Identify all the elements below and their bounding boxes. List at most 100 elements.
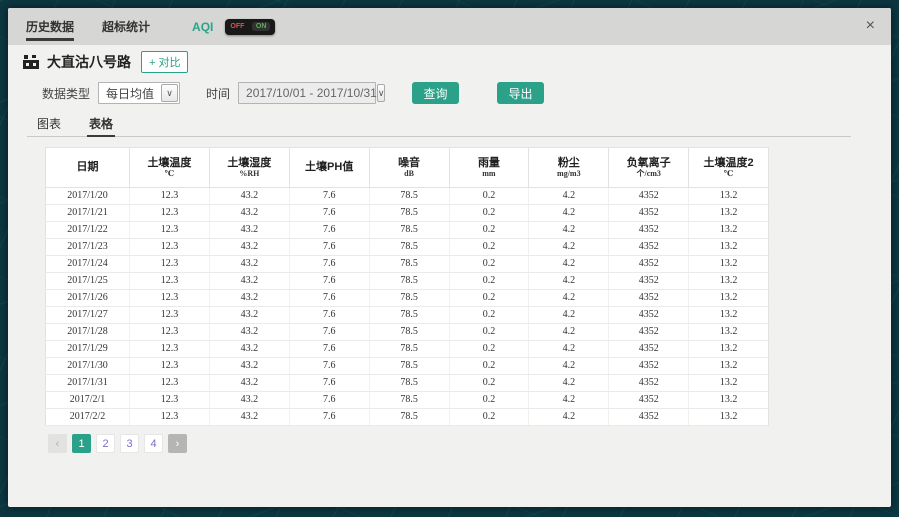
station-row: 大直沽八号路 + 对比 bbox=[22, 51, 891, 73]
table-cell: 7.6 bbox=[289, 290, 369, 307]
export-button[interactable]: 导出 bbox=[497, 82, 544, 104]
table-row: 2017/1/2912.343.27.678.50.24.2435213.2 bbox=[46, 341, 769, 358]
table-cell: 12.3 bbox=[130, 307, 210, 324]
table-cell: 2017/1/31 bbox=[46, 375, 130, 392]
table-cell: 4.2 bbox=[529, 239, 609, 256]
tab-table[interactable]: 表格 bbox=[87, 115, 115, 136]
table-cell: 4.2 bbox=[529, 324, 609, 341]
aqi-toggle[interactable]: OFF ON bbox=[225, 19, 275, 35]
station-name: 大直沽八号路 bbox=[47, 52, 131, 72]
column-header: 粉尘mg/m3 bbox=[529, 148, 609, 188]
column-header: 日期 bbox=[46, 148, 130, 188]
table-cell: 4352 bbox=[609, 290, 689, 307]
table-cell: 4352 bbox=[609, 341, 689, 358]
table-cell: 0.2 bbox=[449, 273, 529, 290]
column-header: 负氧离子个/cm3 bbox=[609, 148, 689, 188]
table-cell: 2017/1/22 bbox=[46, 222, 130, 239]
toggle-off-label: OFF bbox=[230, 23, 244, 30]
pagination-page-4[interactable]: 4 bbox=[144, 434, 163, 453]
table-cell: 78.5 bbox=[369, 239, 449, 256]
table-cell: 4352 bbox=[609, 188, 689, 205]
table-cell: 2017/1/30 bbox=[46, 358, 130, 375]
table-cell: 2017/1/29 bbox=[46, 341, 130, 358]
table-row: 2017/1/2712.343.27.678.50.24.2435213.2 bbox=[46, 307, 769, 324]
column-header: 噪音dB bbox=[369, 148, 449, 188]
table-cell: 12.3 bbox=[130, 273, 210, 290]
table-cell: 12.3 bbox=[130, 256, 210, 273]
table-row: 2017/1/3012.343.27.678.50.24.2435213.2 bbox=[46, 358, 769, 375]
table-row: 2017/1/2612.343.27.678.50.24.2435213.2 bbox=[46, 290, 769, 307]
tab-history-data-label: 历史数据 bbox=[26, 18, 74, 35]
table-cell: 78.5 bbox=[369, 256, 449, 273]
table-cell: 78.5 bbox=[369, 222, 449, 239]
table-cell: 12.3 bbox=[130, 358, 210, 375]
table-cell: 13.2 bbox=[689, 358, 769, 375]
table-cell: 43.2 bbox=[209, 358, 289, 375]
table-cell: 43.2 bbox=[209, 324, 289, 341]
table-cell: 4352 bbox=[609, 358, 689, 375]
table-cell: 4.2 bbox=[529, 222, 609, 239]
table-cell: 4.2 bbox=[529, 188, 609, 205]
table-cell: 2017/1/26 bbox=[46, 290, 130, 307]
chevron-down-icon: ∨ bbox=[377, 84, 386, 102]
table-cell: 4352 bbox=[609, 324, 689, 341]
table-cell: 2017/1/25 bbox=[46, 273, 130, 290]
table-cell: 0.2 bbox=[449, 239, 529, 256]
table-cell: 4352 bbox=[609, 239, 689, 256]
table-cell: 4352 bbox=[609, 273, 689, 290]
data-type-select[interactable]: 每日均值 ∨ bbox=[98, 82, 180, 104]
table-cell: 43.2 bbox=[209, 307, 289, 324]
table-cell: 43.2 bbox=[209, 290, 289, 307]
tab-exceedance-stats[interactable]: 超标统计 bbox=[102, 8, 150, 45]
chevron-down-icon: ∨ bbox=[161, 84, 178, 102]
table-cell: 4.2 bbox=[529, 392, 609, 409]
table-row: 2017/1/2812.343.27.678.50.24.2435213.2 bbox=[46, 324, 769, 341]
table-cell: 2017/1/28 bbox=[46, 324, 130, 341]
pagination-page-1[interactable]: 1 bbox=[72, 434, 91, 453]
table-cell: 13.2 bbox=[689, 188, 769, 205]
query-button[interactable]: 查询 bbox=[412, 82, 459, 104]
compare-button[interactable]: + 对比 bbox=[141, 51, 188, 73]
table-cell: 7.6 bbox=[289, 239, 369, 256]
close-icon[interactable]: × bbox=[866, 17, 875, 35]
table-cell: 4352 bbox=[609, 392, 689, 409]
pagination-next-button[interactable]: › bbox=[168, 434, 187, 453]
table-cell: 43.2 bbox=[209, 222, 289, 239]
table-cell: 0.2 bbox=[449, 205, 529, 222]
table-cell: 78.5 bbox=[369, 205, 449, 222]
table-cell: 43.2 bbox=[209, 273, 289, 290]
table-cell: 4352 bbox=[609, 409, 689, 426]
table-cell: 43.2 bbox=[209, 409, 289, 426]
table-cell: 0.2 bbox=[449, 358, 529, 375]
table-cell: 43.2 bbox=[209, 205, 289, 222]
table-cell: 78.5 bbox=[369, 188, 449, 205]
pagination-page-3[interactable]: 3 bbox=[120, 434, 139, 453]
tab-history-data[interactable]: 历史数据 bbox=[26, 8, 74, 45]
data-type-value: 每日均值 bbox=[99, 85, 154, 102]
table-cell: 4.2 bbox=[529, 205, 609, 222]
table-cell: 12.3 bbox=[130, 341, 210, 358]
tab-exceedance-stats-label: 超标统计 bbox=[102, 18, 150, 35]
table-row: 2017/2/212.343.27.678.50.24.2435213.2 bbox=[46, 409, 769, 426]
table-cell: 0.2 bbox=[449, 341, 529, 358]
pagination-page-2[interactable]: 2 bbox=[96, 434, 115, 453]
table-cell: 0.2 bbox=[449, 392, 529, 409]
table-cell: 78.5 bbox=[369, 273, 449, 290]
pagination-prev-button[interactable]: ‹ bbox=[48, 434, 67, 453]
table-cell: 4.2 bbox=[529, 341, 609, 358]
table-cell: 0.2 bbox=[449, 324, 529, 341]
column-header: 土壤PH值 bbox=[289, 148, 369, 188]
table-cell: 0.2 bbox=[449, 222, 529, 239]
tab-chart[interactable]: 图表 bbox=[35, 115, 63, 136]
time-range-select[interactable]: 2017/10/01 - 2017/10/31 ∨ bbox=[238, 82, 376, 104]
table-cell: 4.2 bbox=[529, 307, 609, 324]
table-cell: 2017/2/2 bbox=[46, 409, 130, 426]
table-cell: 7.6 bbox=[289, 358, 369, 375]
table-cell: 7.6 bbox=[289, 341, 369, 358]
table-cell: 43.2 bbox=[209, 392, 289, 409]
table-cell: 7.6 bbox=[289, 324, 369, 341]
table-cell: 7.6 bbox=[289, 307, 369, 324]
table-cell: 4.2 bbox=[529, 256, 609, 273]
table-cell: 0.2 bbox=[449, 409, 529, 426]
time-range-value: 2017/10/01 - 2017/10/31 bbox=[239, 86, 377, 100]
